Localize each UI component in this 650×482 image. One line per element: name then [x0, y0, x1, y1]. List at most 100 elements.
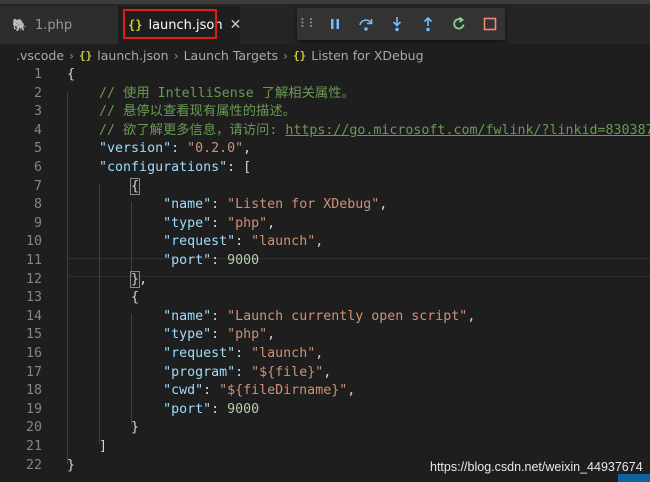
code-token: : [171, 141, 188, 157]
code-token: : [ [227, 160, 252, 175]
code-token: // 悬停以查看现有属性的描述。 [99, 104, 296, 120]
code-line: 13 { [0, 289, 650, 308]
code-token: "Launch currently open script" [227, 308, 468, 324]
step-over-icon [358, 19, 372, 31]
code-token: : [211, 401, 228, 417]
title-strip [0, 0, 650, 4]
step-out-button[interactable] [412, 8, 443, 40]
tab-1-php[interactable]: 🐘 1.php [0, 6, 118, 44]
code-content: "request": "launch", [67, 345, 323, 364]
line-number: 21 [25, 439, 42, 454]
code-line: 9 "type": "php", [0, 215, 650, 234]
breadcrumb-item-vscode[interactable]: .vscode [16, 48, 64, 63]
code-line: 18 "cwd": "${fileDirname}", [0, 382, 650, 401]
code-token: , [379, 197, 388, 213]
code-token: "0.2.0" [187, 141, 244, 157]
code-token: "${file}" [251, 364, 324, 380]
code-content: { [67, 66, 75, 85]
line-number: 8 [33, 197, 42, 213]
close-icon[interactable]: ✕ [230, 17, 242, 33]
json-braces-icon: {} [79, 48, 93, 62]
code-editor[interactable]: 1{2 // 使用 IntelliSense 了解相关属性。 3 // 悬停以查看… [0, 64, 650, 482]
line-number: 6 [33, 160, 42, 175]
line-number: 18 [25, 383, 42, 399]
code-token: { [130, 177, 141, 195]
code-line: 2 // 使用 IntelliSense 了解相关属性。 [0, 85, 650, 104]
code-line: 3 // 悬停以查看现有属性的描述。 [0, 103, 650, 122]
line-number: 19 [25, 401, 42, 417]
breadcrumb-item-launch-targets[interactable]: Launch Targets [184, 48, 278, 63]
line-number: 4 [33, 122, 42, 138]
code-token: "launch" [251, 234, 316, 250]
code-line: 14 "name": "Launch currently open script… [0, 308, 650, 327]
code-token: , [315, 346, 324, 361]
code-line: 12 }, [0, 270, 650, 290]
link-text[interactable]: https://go.microsoft.com/fwlink/?linkid=… [285, 123, 650, 138]
step-into-icon [392, 17, 401, 32]
line-number: 10 [25, 234, 42, 250]
code-token: "name" [163, 197, 212, 213]
pause-button[interactable] [319, 8, 350, 40]
code-token: "request" [163, 234, 236, 250]
code-token: "php" [227, 327, 268, 343]
code-token: // 使用 IntelliSense 了解相关属性。 [99, 85, 355, 101]
line-number: 13 [25, 290, 42, 306]
code-token: "port" [163, 253, 212, 268]
line-number: 16 [25, 346, 42, 361]
code-line: 15 "type": "php", [0, 326, 650, 345]
line-number: 3 [33, 104, 42, 120]
breadcrumb-item-launch-json[interactable]: launch.json [97, 48, 168, 63]
chevron-right-icon: › [173, 47, 179, 63]
tab-label: 1.php [34, 17, 73, 33]
code-token: "request" [163, 346, 236, 361]
drag-handle-icon[interactable]: ⠇⠇ [297, 17, 319, 32]
code-line: 6 "configurations": [ [0, 159, 650, 178]
code-content: "port": 9000 [67, 252, 259, 271]
code-line: 17 "program": "${file}", [0, 364, 650, 383]
stop-button[interactable] [474, 8, 505, 40]
restart-button[interactable] [443, 8, 474, 40]
line-number: 5 [33, 141, 42, 157]
code-content: // 悬停以查看现有属性的描述。 [67, 103, 296, 122]
code-token: , [139, 271, 148, 287]
code-token: 9000 [227, 401, 260, 417]
code-token: "version" [99, 141, 172, 157]
code-token: ] [67, 439, 108, 454]
code-content: "configurations": [ [67, 159, 251, 178]
step-into-button[interactable] [381, 8, 412, 40]
breadcrumb-item-listen-for-xdebug[interactable]: Listen for XDebug [311, 48, 423, 63]
code-token: : [211, 253, 228, 268]
code-token: "port" [163, 401, 212, 417]
breadcrumb: .vscode › {} launch.json › Launch Target… [0, 44, 650, 66]
line-number: 12 [25, 271, 42, 287]
code-content: { [67, 177, 141, 197]
line-number: 17 [25, 364, 42, 380]
watermark-text: https://blog.csdn.net/weixin_44937674 [430, 460, 643, 474]
step-over-button[interactable] [350, 8, 381, 40]
code-line: 1{ [0, 66, 650, 85]
chevron-right-icon: › [283, 47, 289, 63]
step-out-icon [423, 16, 432, 32]
code-token: , [267, 215, 276, 231]
code-token: : [235, 364, 252, 380]
line-number: 1 [33, 67, 42, 82]
code-line: 8 "name": "Listen for XDebug", [0, 196, 650, 215]
code-content: "cwd": "${fileDirname}", [67, 382, 355, 401]
restart-icon [452, 16, 464, 30]
code-content: // 欲了解更多信息，请访问: https://go.microsoft.com… [67, 122, 650, 141]
code-content: "port": 9000 [67, 401, 259, 420]
code-token: "Listen for XDebug" [227, 197, 380, 213]
code-token: "${fileDirname}" [219, 383, 348, 399]
code-token: : [203, 383, 220, 399]
code-line: 7 { [0, 177, 650, 197]
code-token: 9000 [227, 253, 260, 268]
line-number: 11 [25, 253, 42, 268]
code-content: "name": "Listen for XDebug", [67, 196, 387, 215]
code-token: "cwd" [163, 383, 204, 399]
code-token: : [235, 234, 252, 250]
code-content: "name": "Launch currently open script", [67, 308, 475, 327]
